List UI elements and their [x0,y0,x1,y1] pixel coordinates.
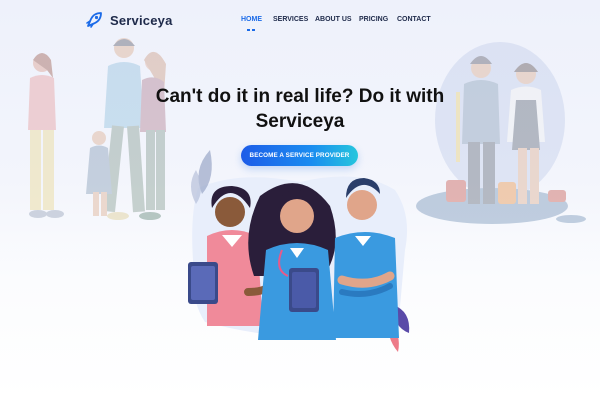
hero-illustration [28,38,586,352]
site-header: Serviceya HOME SERVICES ABOUT US PRICING… [0,0,600,40]
nav-active-indicator-2 [252,29,255,31]
become-provider-button[interactable]: BECOME A SERVICE PROVIDER [241,145,358,166]
family-illustration [28,38,166,220]
brand-name: Serviceya [110,12,173,28]
nav-pricing[interactable]: PRICING [359,16,388,23]
nav-home[interactable]: HOME [241,16,262,23]
nav-about-us[interactable]: ABOUT US [315,16,352,23]
nurse-center-illustration [248,183,336,340]
nav-services[interactable]: SERVICES [273,16,308,23]
rocket-icon [86,12,102,28]
hero-title: Can't do it in real life? Do it with Ser… [150,84,450,134]
hero-title-line2: Serviceya [255,111,345,132]
brand-logo[interactable]: Serviceya [84,10,173,30]
nav-active-indicator [247,29,250,31]
nav-contact[interactable]: CONTACT [397,16,431,23]
hero-title-line1: Can't do it in real life? Do it with [155,86,445,107]
